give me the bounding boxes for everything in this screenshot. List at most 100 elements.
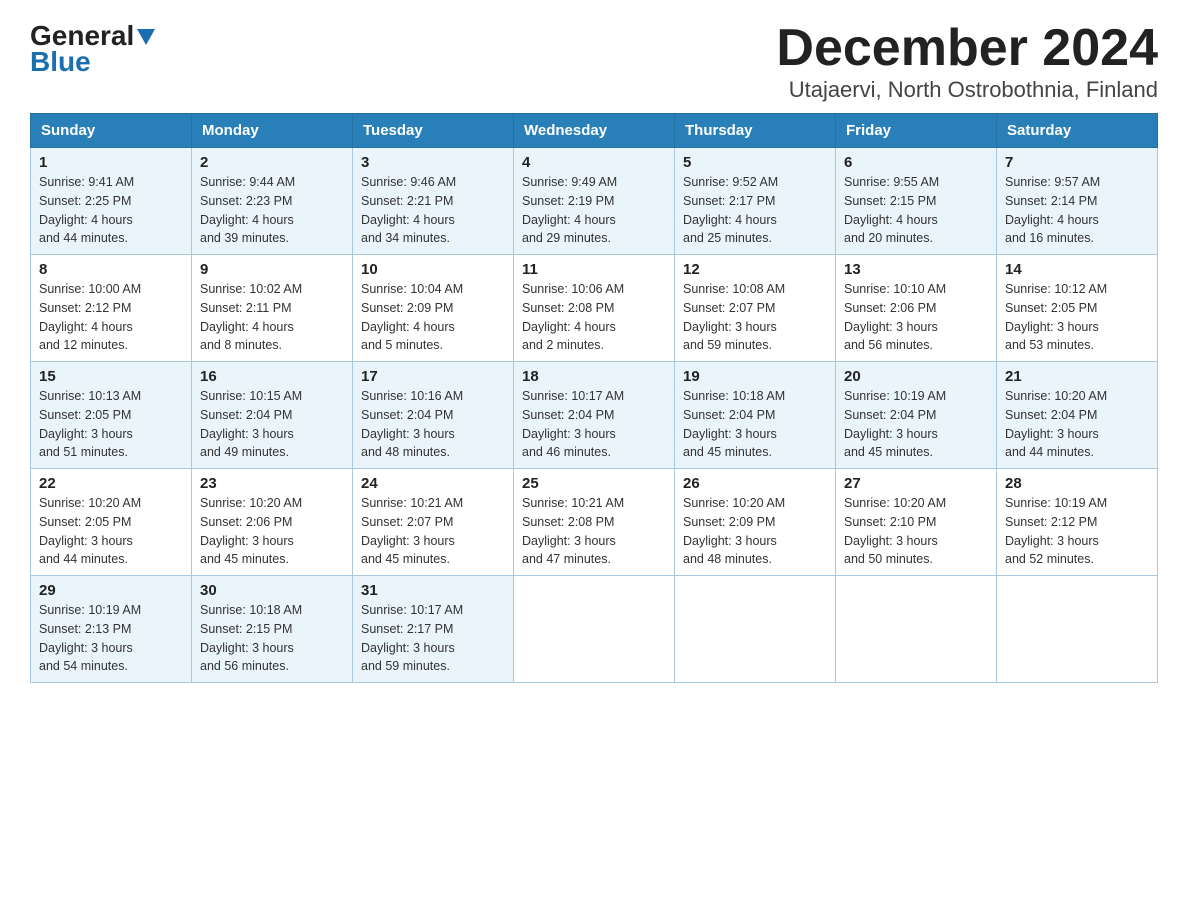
calendar-cell: 30 Sunrise: 10:18 AMSunset: 2:15 PMDaylig… — [192, 576, 353, 683]
calendar-cell: 13 Sunrise: 10:10 AMSunset: 2:06 PMDaylig… — [836, 255, 997, 362]
col-header-tuesday: Tuesday — [353, 114, 514, 148]
calendar-cell: 24Sunrise: 10:21 AMSunset: 2:07 PMDaylig… — [353, 469, 514, 576]
calendar-week-1: 1 Sunrise: 9:41 AMSunset: 2:25 PMDaylight… — [31, 148, 1158, 255]
day-number: 1 — [39, 154, 183, 171]
calendar-cell — [514, 576, 675, 683]
day-info: Sunrise: 10:18 AMSunset: 2:15 PMDaylight… — [200, 601, 344, 676]
day-info: Sunrise: 10:00 AMSunset: 2:12 PMDaylight… — [39, 280, 183, 355]
day-number: 7 — [1005, 154, 1149, 171]
calendar-week-3: 15 Sunrise: 10:13 AMSunset: 2:05 PMDaylig… — [31, 362, 1158, 469]
calendar-cell: 5Sunrise: 9:52 AMSunset: 2:17 PMDaylight… — [675, 148, 836, 255]
day-number: 16 — [200, 368, 344, 385]
day-number: 29 — [39, 582, 183, 599]
day-info: Sunrise: 10:18 AMSunset: 2:04 PMDaylight… — [683, 387, 827, 462]
day-info: Sunrise: 10:13 AMSunset: 2:05 PMDaylight… — [39, 387, 183, 462]
day-number: 25 — [522, 475, 666, 492]
calendar-cell: 8 Sunrise: 10:00 AMSunset: 2:12 PMDayligh… — [31, 255, 192, 362]
calendar-cell: 18 Sunrise: 10:17 AMSunset: 2:04 PMDaylig… — [514, 362, 675, 469]
calendar-cell: 4 Sunrise: 9:49 AMSunset: 2:19 PMDaylight… — [514, 148, 675, 255]
day-number: 21 — [1005, 368, 1149, 385]
day-info: Sunrise: 10:17 AMSunset: 2:17 PMDaylight… — [361, 601, 505, 676]
calendar-cell: 12 Sunrise: 10:08 AMSunset: 2:07 PMDaylig… — [675, 255, 836, 362]
day-number: 9 — [200, 261, 344, 278]
col-header-saturday: Saturday — [997, 114, 1158, 148]
calendar-table: SundayMondayTuesdayWednesdayThursdayFrid… — [30, 113, 1158, 683]
day-info: Sunrise: 10:08 AMSunset: 2:07 PMDaylight… — [683, 280, 827, 355]
day-number: 8 — [39, 261, 183, 278]
day-number: 10 — [361, 261, 505, 278]
calendar-cell — [836, 576, 997, 683]
calendar-cell: 17Sunrise: 10:16 AMSunset: 2:04 PMDaylig… — [353, 362, 514, 469]
calendar-cell — [997, 576, 1158, 683]
calendar-cell: 19 Sunrise: 10:18 AMSunset: 2:04 PMDaylig… — [675, 362, 836, 469]
day-number: 15 — [39, 368, 183, 385]
calendar-cell: 2Sunrise: 9:44 AMSunset: 2:23 PMDaylight… — [192, 148, 353, 255]
day-info: Sunrise: 10:19 AMSunset: 2:13 PMDaylight… — [39, 601, 183, 676]
calendar-cell: 27 Sunrise: 10:20 AMSunset: 2:10 PMDaylig… — [836, 469, 997, 576]
day-number: 22 — [39, 475, 183, 492]
day-number: 23 — [200, 475, 344, 492]
calendar-cell: 3Sunrise: 9:46 AMSunset: 2:21 PMDaylight… — [353, 148, 514, 255]
calendar-cell: 25Sunrise: 10:21 AMSunset: 2:08 PMDaylig… — [514, 469, 675, 576]
day-number: 18 — [522, 368, 666, 385]
day-number: 30 — [200, 582, 344, 599]
calendar-cell: 1 Sunrise: 9:41 AMSunset: 2:25 PMDaylight… — [31, 148, 192, 255]
day-number: 26 — [683, 475, 827, 492]
day-info: Sunrise: 10:19 AMSunset: 2:04 PMDaylight… — [844, 387, 988, 462]
calendar-week-4: 22 Sunrise: 10:20 AMSunset: 2:05 PMDaylig… — [31, 469, 1158, 576]
day-info: Sunrise: 10:12 AMSunset: 2:05 PMDaylight… — [1005, 280, 1149, 355]
calendar-cell: 11 Sunrise: 10:06 AMSunset: 2:08 PMDaylig… — [514, 255, 675, 362]
calendar-cell: 22 Sunrise: 10:20 AMSunset: 2:05 PMDaylig… — [31, 469, 192, 576]
calendar-cell: 28Sunrise: 10:19 AMSunset: 2:12 PMDaylig… — [997, 469, 1158, 576]
calendar-cell: 9 Sunrise: 10:02 AMSunset: 2:11 PMDayligh… — [192, 255, 353, 362]
col-header-wednesday: Wednesday — [514, 114, 675, 148]
day-info: Sunrise: 10:04 AMSunset: 2:09 PMDaylight… — [361, 280, 505, 355]
calendar-cell: 14 Sunrise: 10:12 AMSunset: 2:05 PMDaylig… — [997, 255, 1158, 362]
day-number: 28 — [1005, 475, 1149, 492]
day-info: Sunrise: 10:17 AMSunset: 2:04 PMDaylight… — [522, 387, 666, 462]
day-info: Sunrise: 9:55 AMSunset: 2:15 PMDaylight:… — [844, 173, 988, 248]
day-number: 4 — [522, 154, 666, 171]
day-info: Sunrise: 9:41 AMSunset: 2:25 PMDaylight:… — [39, 173, 183, 248]
day-info: Sunrise: 9:52 AMSunset: 2:17 PMDaylight:… — [683, 173, 827, 248]
calendar-cell: 26 Sunrise: 10:20 AMSunset: 2:09 PMDaylig… — [675, 469, 836, 576]
calendar-cell: 7 Sunrise: 9:57 AMSunset: 2:14 PMDaylight… — [997, 148, 1158, 255]
day-info: Sunrise: 10:20 AMSunset: 2:09 PMDaylight… — [683, 494, 827, 569]
col-header-sunday: Sunday — [31, 114, 192, 148]
calendar-week-2: 8 Sunrise: 10:00 AMSunset: 2:12 PMDayligh… — [31, 255, 1158, 362]
day-info: Sunrise: 10:06 AMSunset: 2:08 PMDaylight… — [522, 280, 666, 355]
col-header-thursday: Thursday — [675, 114, 836, 148]
day-number: 24 — [361, 475, 505, 492]
day-info: Sunrise: 9:49 AMSunset: 2:19 PMDaylight:… — [522, 173, 666, 248]
day-info: Sunrise: 10:20 AMSunset: 2:10 PMDaylight… — [844, 494, 988, 569]
calendar-title: December 2024 — [776, 20, 1158, 77]
calendar-header-row: SundayMondayTuesdayWednesdayThursdayFrid… — [31, 114, 1158, 148]
day-info: Sunrise: 10:20 AMSunset: 2:06 PMDaylight… — [200, 494, 344, 569]
day-info: Sunrise: 10:16 AMSunset: 2:04 PMDaylight… — [361, 387, 505, 462]
day-number: 12 — [683, 261, 827, 278]
calendar-cell: 15 Sunrise: 10:13 AMSunset: 2:05 PMDaylig… — [31, 362, 192, 469]
day-number: 31 — [361, 582, 505, 599]
day-number: 27 — [844, 475, 988, 492]
calendar-cell: 31 Sunrise: 10:17 AMSunset: 2:17 PMDaylig… — [353, 576, 514, 683]
day-info: Sunrise: 10:02 AMSunset: 2:11 PMDaylight… — [200, 280, 344, 355]
day-info: Sunrise: 10:20 AMSunset: 2:04 PMDaylight… — [1005, 387, 1149, 462]
day-info: Sunrise: 9:46 AMSunset: 2:21 PMDaylight:… — [361, 173, 505, 248]
calendar-cell: 23 Sunrise: 10:20 AMSunset: 2:06 PMDaylig… — [192, 469, 353, 576]
day-number: 11 — [522, 261, 666, 278]
day-number: 20 — [844, 368, 988, 385]
day-info: Sunrise: 10:10 AMSunset: 2:06 PMDaylight… — [844, 280, 988, 355]
logo-triangle-icon — [135, 25, 157, 47]
calendar-cell: 6 Sunrise: 9:55 AMSunset: 2:15 PMDaylight… — [836, 148, 997, 255]
calendar-cell: 20 Sunrise: 10:19 AMSunset: 2:04 PMDaylig… — [836, 362, 997, 469]
day-number: 19 — [683, 368, 827, 385]
logo-blue-text: Blue — [30, 46, 91, 78]
day-info: Sunrise: 10:20 AMSunset: 2:05 PMDaylight… — [39, 494, 183, 569]
day-number: 14 — [1005, 261, 1149, 278]
calendar-subtitle: Utajaervi, North Ostrobothnia, Finland — [776, 77, 1158, 103]
day-number: 13 — [844, 261, 988, 278]
calendar-cell: 29 Sunrise: 10:19 AMSunset: 2:13 PMDaylig… — [31, 576, 192, 683]
day-number: 6 — [844, 154, 988, 171]
day-info: Sunrise: 9:57 AMSunset: 2:14 PMDaylight:… — [1005, 173, 1149, 248]
day-info: Sunrise: 10:15 AMSunset: 2:04 PMDaylight… — [200, 387, 344, 462]
